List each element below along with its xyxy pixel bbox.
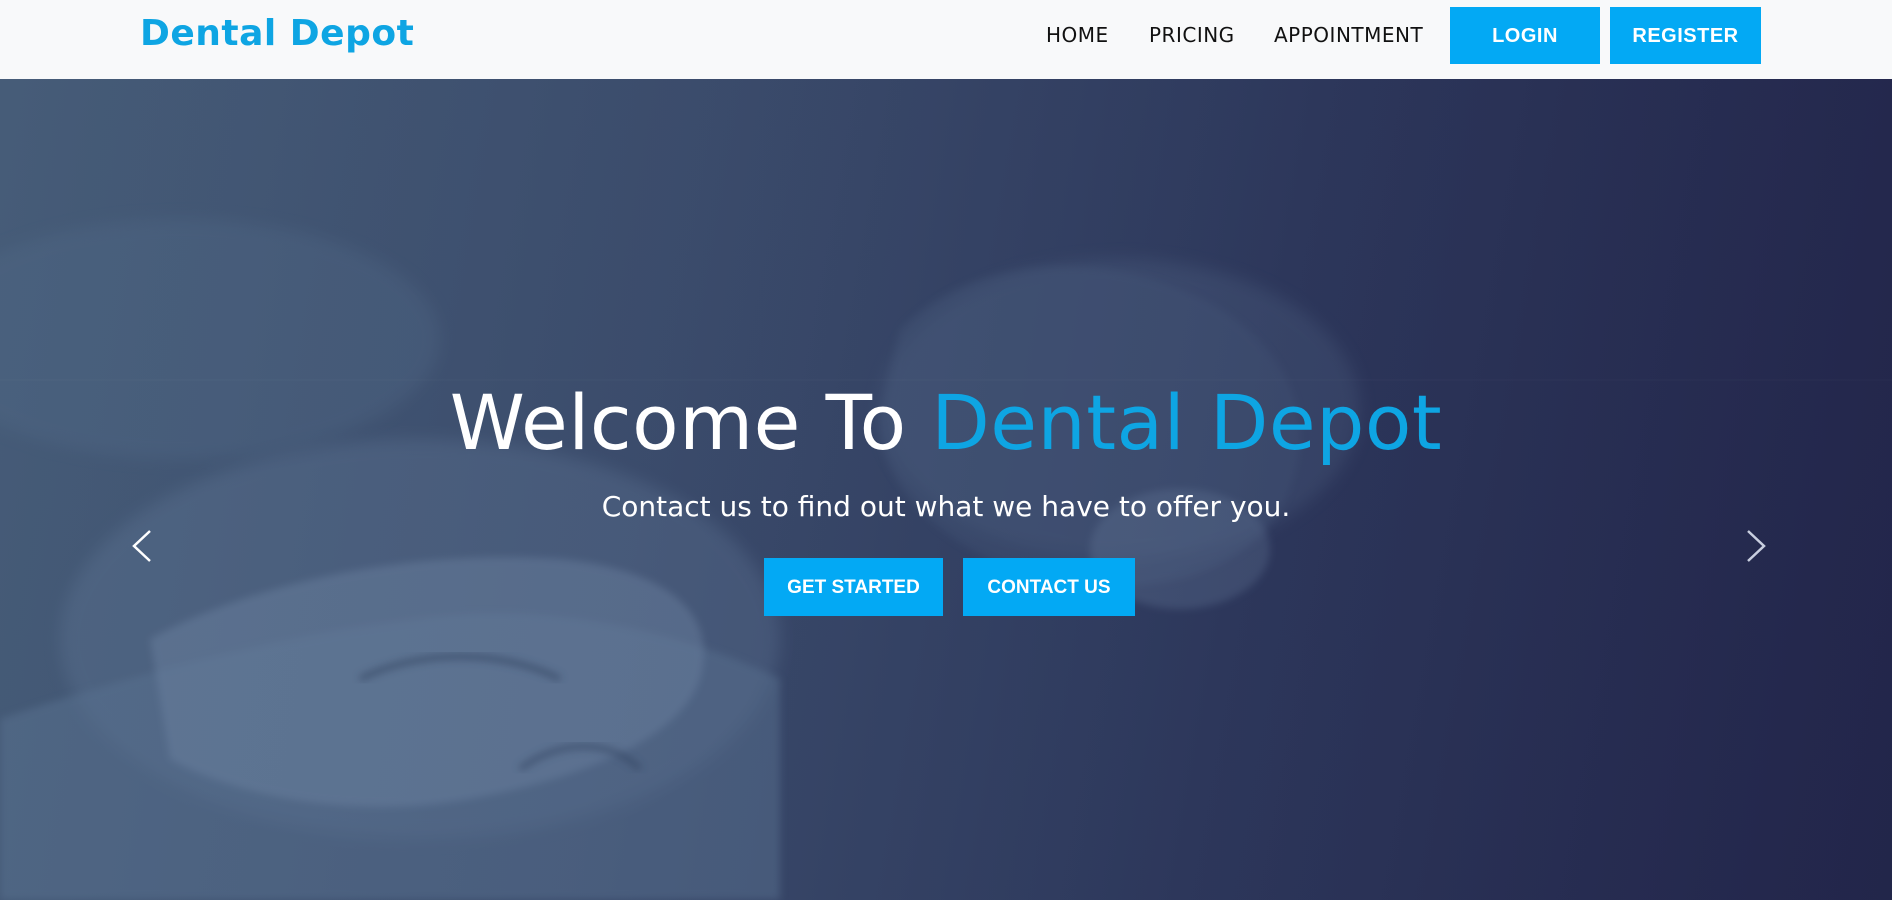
carousel-next-control[interactable]	[1736, 511, 1776, 581]
chevron-left-icon	[132, 530, 151, 562]
get-started-button[interactable]: GET STARTED	[764, 558, 943, 616]
hero-title: Welcome To Dental Depot	[0, 378, 1892, 468]
navbar: Dental Depot HOME PRICING APPOINTMENT LO…	[0, 0, 1892, 79]
nav-link-appointment[interactable]: APPOINTMENT	[1274, 22, 1423, 48]
chevron-right-icon	[1747, 530, 1766, 562]
nav-link-home[interactable]: HOME	[1046, 22, 1109, 48]
hero-subtitle: Contact us to find out what we have to o…	[601, 490, 1291, 523]
login-button[interactable]: LOGIN	[1450, 7, 1600, 64]
brand-logo-link[interactable]: Dental Depot	[140, 12, 414, 56]
hero-title-accent: Dental Depot	[931, 378, 1443, 467]
contact-us-button[interactable]: CONTACT US	[963, 558, 1135, 616]
register-button[interactable]: REGISTER	[1610, 7, 1761, 64]
nav-link-pricing[interactable]: PRICING	[1149, 22, 1235, 48]
hero-title-prefix: Welcome To	[449, 378, 932, 467]
hero-carousel: Welcome To Dental Depot Contact us to fi…	[0, 79, 1892, 900]
carousel-prev-control[interactable]	[122, 511, 162, 581]
